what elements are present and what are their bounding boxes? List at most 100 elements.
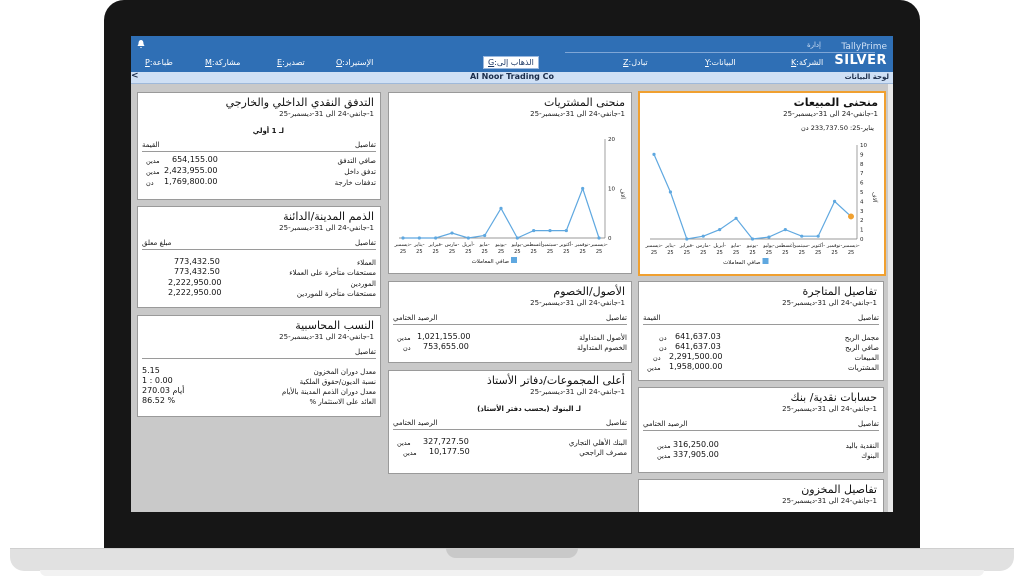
divider bbox=[142, 249, 376, 250]
data-point bbox=[767, 235, 771, 239]
card-period: 1-جانفي-24 الى 31-ديسمبر-25 bbox=[530, 110, 625, 118]
data-point bbox=[499, 206, 503, 210]
assets-card[interactable]: الأصول/الخصوم 1-جانفي-24 الى 31-ديسمبر-2… bbox=[388, 281, 632, 363]
row-label: مصرف الراجحي bbox=[579, 449, 627, 457]
card-period: 1-جانفي-24 الى 31-ديسمبر-25 bbox=[782, 299, 877, 307]
menu-import-key: O bbox=[336, 58, 343, 67]
ratios-card[interactable]: النسب المحاسبية 1-جانفي-24 الى 31-ديسمبر… bbox=[137, 315, 381, 417]
divider bbox=[393, 324, 627, 325]
row-label: الأصول المتداولة bbox=[579, 334, 627, 342]
x-tick-label: 25 bbox=[530, 249, 536, 255]
card-title: الأصول/الخصوم bbox=[553, 285, 625, 298]
row-value: 641,637.03 bbox=[675, 332, 721, 341]
card-title: منحنى المشتريات bbox=[543, 96, 625, 109]
x-tick-label: يناير- bbox=[413, 242, 425, 248]
x-tick-label: 25 bbox=[514, 249, 520, 255]
row-value: 316,250.00 bbox=[673, 440, 719, 449]
scrollbar[interactable] bbox=[888, 84, 893, 512]
manage-link[interactable]: إدارة bbox=[807, 41, 821, 49]
groups-card[interactable]: أعلى المجموعات/دفاتر الأستاذ 1-جانفي-24 … bbox=[388, 370, 632, 474]
row-value: 2,423,955.00 bbox=[164, 166, 218, 175]
col-details: تفاصيل bbox=[355, 239, 376, 247]
row-label: الخصوم المتداولة bbox=[577, 344, 627, 352]
y-tick-label: 2 bbox=[860, 218, 864, 224]
x-tick-label: مايو- bbox=[730, 243, 741, 249]
menu-print[interactable]: P:طباعة bbox=[145, 58, 173, 67]
col-details: تفاصيل bbox=[858, 420, 879, 428]
row-value: 10,177.50 bbox=[429, 447, 470, 456]
data-point bbox=[668, 190, 673, 194]
col-details: تفاصيل bbox=[355, 141, 376, 149]
divider bbox=[643, 430, 879, 431]
data-point bbox=[483, 233, 487, 238]
divider bbox=[393, 429, 627, 430]
menu-share[interactable]: M:مشاركة bbox=[205, 58, 240, 67]
x-tick-label: فبراير- bbox=[428, 242, 443, 248]
bank-card[interactable]: حسابات نقدية/ بنك 1-جانفي-24 الى 31-ديسم… bbox=[638, 387, 884, 473]
x-tick-label: 25 bbox=[432, 249, 438, 255]
data-point bbox=[401, 236, 405, 240]
y-tick-label: 1 bbox=[860, 228, 864, 234]
x-tick-label: 25 bbox=[733, 250, 739, 256]
row-value: 1,958,000.00 bbox=[669, 362, 723, 371]
x-tick-label: 25 bbox=[815, 250, 821, 256]
menu-company[interactable]: K:الشركة bbox=[791, 58, 823, 67]
menu-export[interactable]: E:تصدير bbox=[277, 58, 305, 67]
cashflow-card[interactable]: التدفق النقدي الداخلي والخارجي 1-جانفي-2… bbox=[137, 92, 381, 200]
y-tick-label: 10 bbox=[608, 187, 615, 193]
x-tick-label: سبتمبر- bbox=[793, 243, 810, 249]
y-tick-label: 5 bbox=[860, 190, 864, 196]
x-tick-label: 25 bbox=[684, 250, 690, 256]
laptop-shadow bbox=[40, 570, 984, 576]
divider bbox=[643, 324, 879, 325]
data-point bbox=[734, 216, 738, 220]
receivables-card[interactable]: الذمم المدينة/الدائنة 1-جانفي-24 الى 31-… bbox=[137, 206, 381, 308]
x-tick-label: 25 bbox=[481, 249, 487, 255]
last-value: يناير-25: 233,737.50 دن bbox=[801, 124, 874, 132]
bell-icon[interactable] bbox=[136, 39, 146, 49]
row-label: مستحقات متأخرة على العملاء bbox=[289, 269, 376, 277]
menu-goto-key: G bbox=[488, 58, 495, 67]
x-tick-label: دیسمبر- bbox=[644, 243, 662, 249]
menu-goto[interactable]: G:الذهاب إلى bbox=[483, 56, 539, 69]
data-point bbox=[783, 228, 787, 232]
card-title: أعلى المجموعات/دفاتر الأستاذ bbox=[486, 374, 625, 387]
card-title: تفاصيل المتاجرة bbox=[802, 285, 877, 298]
x-tick-label: 25 bbox=[716, 250, 722, 256]
trading-card[interactable]: تفاصيل المتاجرة 1-جانفي-24 الى 31-ديسمبر… bbox=[638, 281, 884, 381]
col-details: تفاصيل bbox=[355, 348, 376, 356]
row-value: 2,291,500.00 bbox=[669, 352, 723, 361]
x-tick-label: نوفمبر- bbox=[574, 242, 591, 248]
series-line bbox=[653, 154, 852, 240]
legend-swatch bbox=[762, 258, 769, 264]
x-tick-label: 25 bbox=[782, 250, 788, 256]
menu-import[interactable]: O:الإستيراد bbox=[336, 58, 373, 67]
menu-exchange-key: Z bbox=[623, 58, 629, 67]
card-title: حسابات نقدية/ بنك bbox=[790, 391, 877, 404]
row-label: مجمل الربح bbox=[844, 334, 879, 342]
company-bar: < Al Noor Trading Co لوحة البيانات bbox=[131, 71, 893, 84]
x-tick-label: مارس- bbox=[445, 242, 460, 248]
card-period: 1-جانفي-24 الى 31-ديسمبر-25 bbox=[530, 388, 625, 396]
data-point bbox=[832, 199, 837, 203]
row-value: 1 : 0.00 bbox=[142, 376, 173, 385]
row-value: 654,155.00 bbox=[172, 155, 218, 164]
menu-goto-label: الذهاب إلى bbox=[496, 58, 534, 67]
x-tick-label: 25 bbox=[848, 250, 854, 256]
x-tick-label: أبريل- bbox=[462, 241, 475, 248]
group-head: لـ البنوك (بحسب دفتر الأستاذ) bbox=[477, 405, 581, 413]
inventory-card[interactable]: تفاصيل المخزون 1-جانفي-24 الى 31-ديسمبر-… bbox=[638, 479, 884, 512]
menu-data[interactable]: Y:البيانات bbox=[705, 58, 736, 67]
purchase-chart-card[interactable]: منحنى المشتريات 1-جانفي-24 الى 31-ديسمبر… bbox=[388, 92, 632, 274]
card-period: 1-جانفي-24 الى 31-ديسمبر-25 bbox=[530, 299, 625, 307]
menu-exchange[interactable]: Z:تبادل bbox=[623, 58, 648, 67]
x-tick-label: يناير- bbox=[664, 243, 676, 249]
x-tick-label: أكتوبر- bbox=[810, 242, 825, 249]
card-period: 1-جانفي-24 الى 31-ديسمبر-25 bbox=[782, 405, 877, 413]
row-unit: دن bbox=[403, 344, 411, 352]
x-tick-label: أكتوبر- bbox=[558, 241, 573, 248]
sales-chart-card[interactable]: منحنى المبيعات 1-جانفي-24 الى 31-ديسمبر-… bbox=[638, 91, 886, 276]
col-details: تفاصيل bbox=[606, 419, 627, 427]
legend-swatch bbox=[511, 257, 517, 263]
menu-export-key: E bbox=[277, 58, 283, 67]
